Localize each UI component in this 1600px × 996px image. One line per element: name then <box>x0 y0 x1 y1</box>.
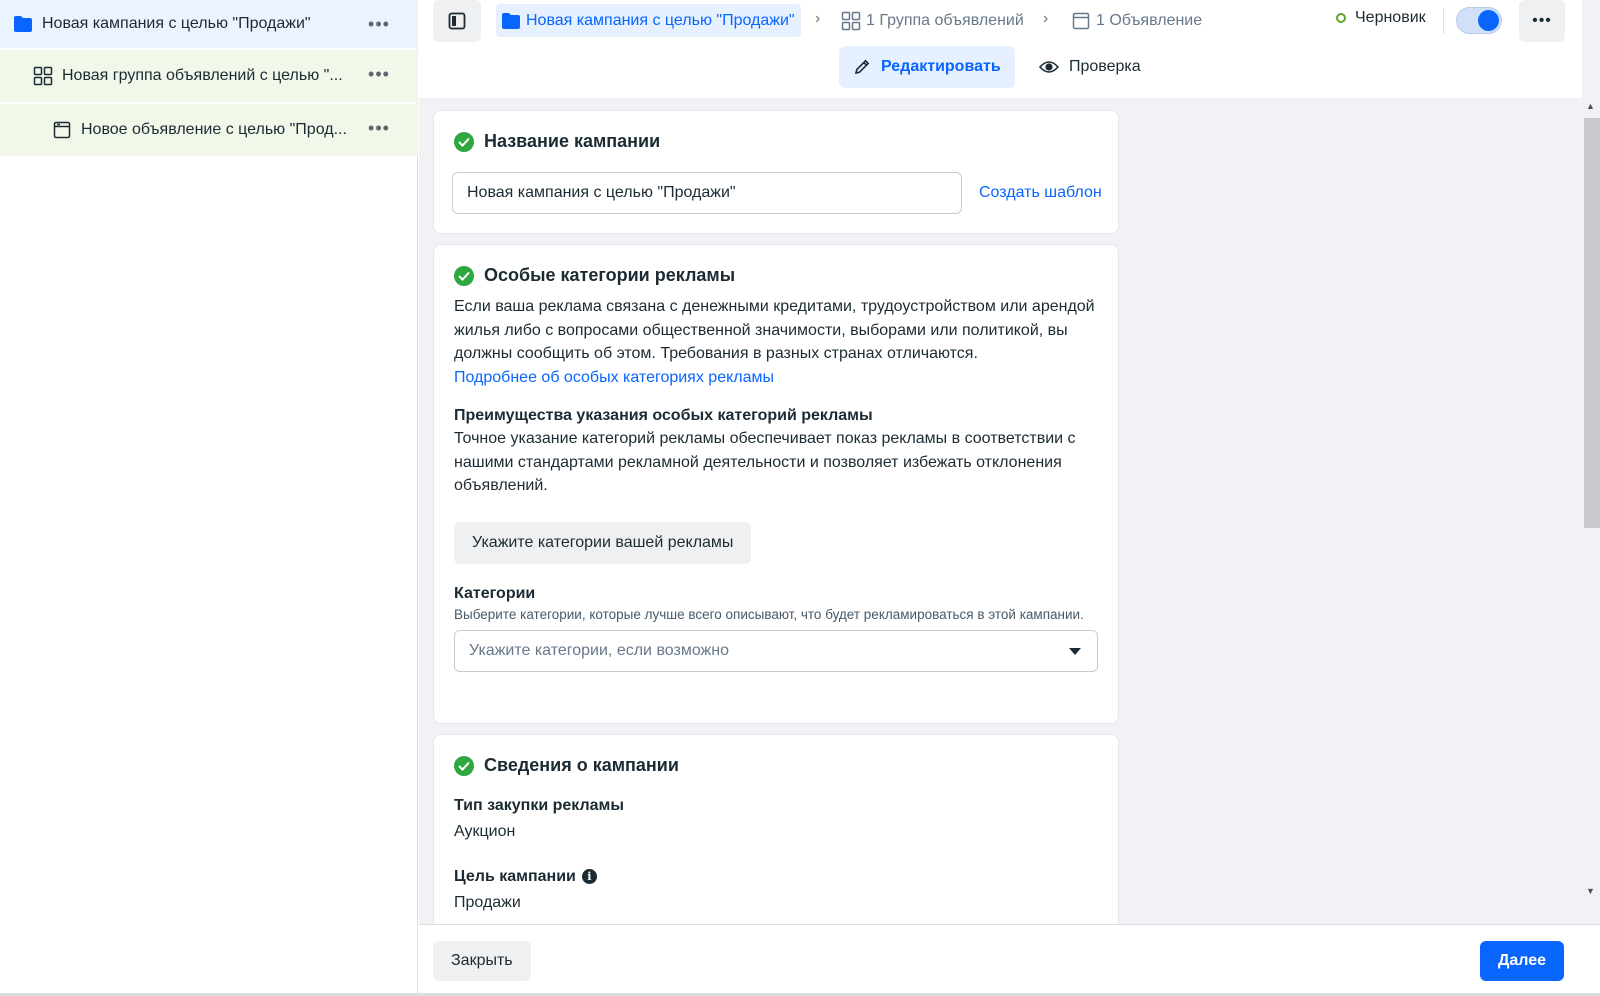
sidebar-item-label: Новая группа объявлений с целью "... <box>62 67 343 84</box>
close-button[interactable]: Закрыть <box>433 941 531 981</box>
ad-window-icon <box>1070 10 1092 32</box>
more-options-button[interactable]: ••• <box>1519 0 1565 42</box>
create-template-link[interactable]: Создать шаблон <box>979 184 1102 202</box>
categories-hint: Выберите категории, которые лучше всего … <box>454 606 1084 622</box>
card-title-text: Особые категории рекламы <box>484 265 736 285</box>
declare-categories-button[interactable]: Укажите категории вашей рекламы <box>454 521 752 564</box>
buying-type-value: Аукцион <box>454 823 516 840</box>
check-circle-icon <box>454 131 474 152</box>
description-text: Если ваша реклама связана с денежными кр… <box>454 298 1095 362</box>
objective-label: Цель кампании i <box>454 868 1098 886</box>
sidebar-item-ad[interactable]: Новое объявление с целью "Прод... ••• <box>0 104 418 156</box>
breadcrumb-label: 1 Группа объявлений <box>866 11 1024 29</box>
toggle-sidebar-button[interactable] <box>433 0 481 42</box>
tab-review[interactable]: Проверка <box>1025 46 1155 88</box>
eye-icon <box>1039 60 1059 74</box>
sidebar-item-adset[interactable]: Новая группа объявлений с целью "... ••• <box>0 50 418 102</box>
more-options-icon[interactable]: ••• <box>366 116 392 140</box>
campaign-name-card: Название кампании Создать шаблон <box>433 110 1119 234</box>
check-circle-icon <box>454 265 474 286</box>
footer-bar: Закрыть Далее <box>419 924 1600 996</box>
benefits-heading: Преимущества указания особых категорий р… <box>454 407 873 424</box>
more-options-icon[interactable]: ••• <box>366 62 392 86</box>
next-button[interactable]: Далее <box>1480 941 1565 981</box>
special-ad-categories-card: Особые категории рекламы Если ваша рекла… <box>433 244 1119 724</box>
campaign-name-input[interactable] <box>452 172 962 214</box>
tab-edit[interactable]: Редактировать <box>839 46 1015 88</box>
card-title: Название кампании <box>454 131 1098 152</box>
categories-select[interactable]: Укажите категории, если возможно <box>454 629 1098 672</box>
breadcrumb-campaign[interactable]: Новая кампания с целью "Продажи" <box>496 4 801 37</box>
folder-icon <box>12 13 34 35</box>
objective-label-text: Цель кампании <box>454 867 576 885</box>
benefits-text: Точное указание категорий рекламы обеспе… <box>454 430 1076 494</box>
toggle-knob <box>1478 10 1499 31</box>
status-badge: Черновик <box>1336 9 1426 27</box>
breadcrumb-adset[interactable]: 1 Группа объявлений <box>840 4 1024 37</box>
sidebar: Новая кампания с целью "Продажи" ••• Нов… <box>0 0 418 996</box>
ad-set-grid-icon <box>840 10 862 32</box>
special-categories-description: Если ваша реклама связана с денежными кр… <box>454 295 1098 389</box>
pencil-icon <box>853 58 871 76</box>
top-bar: Новая кампания с целью "Продажи" › 1 Гру… <box>419 0 1582 98</box>
tab-label: Проверка <box>1069 58 1141 75</box>
right-gutter <box>1582 0 1600 98</box>
campaign-details-card: Сведения о кампании Тип закупки рекламы … <box>433 734 1119 924</box>
content-scrollbar[interactable]: ▲ ▼ <box>1582 98 1600 924</box>
sidebar-item-label: Новая кампания с целью "Продажи" <box>42 15 311 32</box>
caret-down-icon <box>1069 647 1081 655</box>
more-options-icon[interactable]: ••• <box>366 12 392 36</box>
info-icon[interactable]: i <box>581 869 597 884</box>
card-title-text: Сведения о кампании <box>484 755 679 775</box>
buying-type-label: Тип закупки рекламы <box>454 797 625 814</box>
sidebar-item-label: Новое объявление с целью "Прод... <box>81 121 347 138</box>
folder-icon <box>500 10 522 32</box>
select-placeholder: Укажите категории, если возможно <box>469 641 729 659</box>
chevron-right-icon: › <box>1043 10 1049 27</box>
breadcrumb-ad[interactable]: 1 Объявление <box>1070 4 1202 37</box>
status-dot-icon <box>1336 13 1346 23</box>
sidebar-panel-icon <box>448 12 466 30</box>
scroll-up-icon[interactable]: ▲ <box>1586 101 1595 111</box>
card-title: Сведения о кампании <box>454 755 1098 776</box>
breadcrumb-label: Новая кампания с целью "Продажи" <box>526 11 795 29</box>
editor-content: Название кампании Создать шаблон Особые … <box>419 98 1582 924</box>
scroll-thumb[interactable] <box>1584 118 1600 528</box>
ad-set-grid-icon <box>32 65 54 87</box>
status-label: Черновик <box>1355 9 1426 26</box>
card-title-text: Название кампании <box>484 131 661 151</box>
tab-label: Редактировать <box>881 58 1001 75</box>
main-panel: Новая кампания с целью "Продажи" › 1 Гру… <box>419 0 1600 996</box>
categories-label: Категории <box>454 584 536 602</box>
check-circle-icon <box>454 755 474 776</box>
campaign-toggle[interactable] <box>1456 7 1502 34</box>
scroll-down-icon[interactable]: ▼ <box>1586 886 1595 896</box>
learn-more-link[interactable]: Подробнее об особых категориях рекламы <box>454 369 774 386</box>
objective-value: Продажи <box>454 893 521 911</box>
breadcrumb-label: 1 Объявление <box>1096 11 1203 29</box>
sidebar-item-campaign[interactable]: Новая кампания с целью "Продажи" ••• <box>0 0 418 48</box>
divider <box>1443 8 1444 34</box>
chevron-right-icon: › <box>815 10 821 27</box>
ad-window-icon <box>51 119 73 141</box>
card-title: Особые категории рекламы <box>454 265 1098 286</box>
